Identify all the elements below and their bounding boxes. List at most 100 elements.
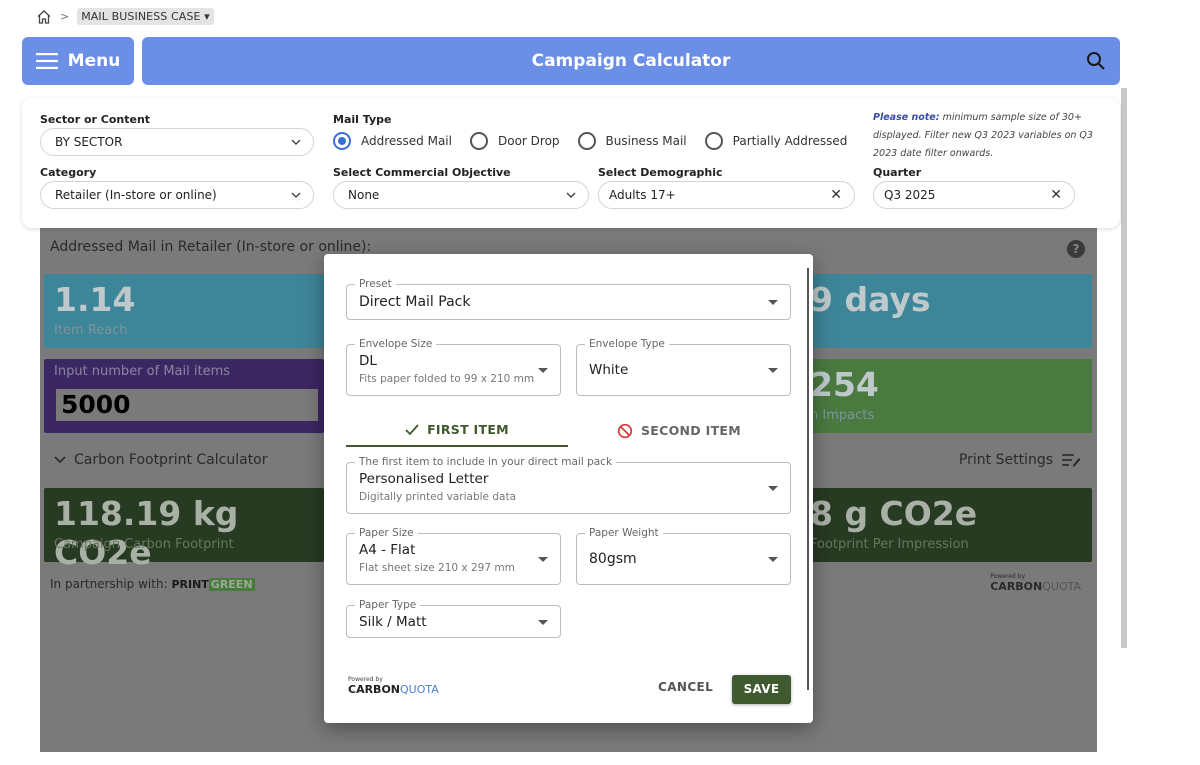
chevron-down-icon <box>291 139 301 145</box>
objective-value: None <box>348 188 380 202</box>
menu-icon <box>35 53 58 69</box>
carbonquota-logo: Powered by CARBONQUOTA <box>348 676 439 696</box>
chevron-down-icon <box>54 456 66 464</box>
demographic-value: Adults 17+ <box>609 188 676 202</box>
radio-business-mail[interactable]: Business Mail <box>577 132 687 150</box>
tab-first-item[interactable]: FIRST ITEM <box>346 414 568 447</box>
item-tabs: FIRST ITEM SECOND ITEM <box>346 414 790 447</box>
chevron-down-icon <box>291 192 301 198</box>
envelope-size-value: DL <box>359 353 377 369</box>
dropdown-caret-icon <box>768 557 778 562</box>
paper-size-value: A4 - Flat <box>359 542 416 558</box>
partner-text: In partnership with: <box>50 577 168 591</box>
first-item-sub: Digitally printed variable data <box>359 491 517 503</box>
mail-items-tile: Input number of Mail items 5000 <box>44 359 324 433</box>
preset-select[interactable]: Preset Direct Mail Pack <box>346 278 791 320</box>
cancel-button[interactable]: CANCEL <box>658 680 713 694</box>
dropdown-caret-icon <box>538 620 548 625</box>
quarter-value: Q3 2025 <box>884 188 936 202</box>
breadcrumb-current[interactable]: MAIL BUSINESS CASE ▾ <box>77 8 214 25</box>
quarter-select[interactable]: Q3 2025 ✕ <box>873 181 1075 209</box>
mail-items-label: Input number of Mail items <box>54 364 231 379</box>
dropdown-caret-icon <box>768 368 778 373</box>
printgreen-logo: PRINT GREEN <box>171 578 255 591</box>
sector-select[interactable]: BY SECTOR <box>40 128 314 156</box>
paper-type-select[interactable]: Paper Type Silk / Matt <box>346 599 561 638</box>
radio-addressed-mail[interactable]: Addressed Mail <box>333 132 452 150</box>
mail-type-radio-group: Addressed Mail Door Drop Business Mail P… <box>333 132 865 150</box>
carbon-per-value: 8 g CO2e <box>810 494 978 533</box>
mail-items-input[interactable]: 5000 <box>56 389 318 421</box>
radio-door-drop[interactable]: Door Drop <box>469 132 560 150</box>
envelope-size-label: Envelope Size <box>355 338 437 350</box>
sector-value: BY SECTOR <box>55 135 123 149</box>
sample-size-note: Please note: minimum sample size of 30+ … <box>873 112 1093 159</box>
radio-label: Addressed Mail <box>361 134 452 148</box>
home-icon[interactable] <box>36 9 52 25</box>
carbon-label: Campaign Carbon Footprint <box>54 537 234 552</box>
carbon-value: 118.19 kg CO2e <box>54 494 239 572</box>
title-bar: Campaign Calculator <box>142 37 1120 85</box>
print-settings-label: Print Settings <box>958 452 1053 468</box>
print-settings-dialog: Preset Direct Mail Pack Envelope Size DL… <box>324 254 813 723</box>
radio-partially-addressed[interactable]: Partially Addressed <box>704 132 848 150</box>
demographic-select[interactable]: Adults 17+ ✕ <box>598 181 855 209</box>
tab-second-item[interactable]: SECOND ITEM <box>568 414 790 447</box>
filter-panel: Sector or Content BY SECTOR Mail Type Ad… <box>22 98 1120 228</box>
sector-label: Sector or Content <box>40 113 151 126</box>
days-value: 9 days <box>810 280 931 319</box>
menu-button[interactable]: Menu <box>22 37 134 85</box>
check-icon <box>405 423 419 435</box>
paper-weight-select[interactable]: Paper Weight 80gsm <box>576 527 791 585</box>
mail-type-label: Mail Type <box>333 113 392 126</box>
carbon-tile: 118.19 kg CO2e Campaign Carbon Footprint <box>44 488 324 572</box>
paper-weight-label: Paper Weight <box>585 527 663 539</box>
paper-size-select[interactable]: Paper Size A4 - Flat Flat sheet size 210… <box>346 527 561 585</box>
paper-size-sub: Flat sheet size 210 x 297 mm <box>359 562 515 574</box>
quarter-label: Quarter <box>873 166 922 179</box>
clear-icon[interactable]: ✕ <box>830 187 842 203</box>
objective-select[interactable]: None <box>333 181 589 209</box>
chevron-down-icon <box>566 192 576 198</box>
results-heading: Addressed Mail in Retailer (In-store or … <box>50 239 372 255</box>
print-settings-button[interactable]: Print Settings <box>959 452 1081 468</box>
save-button[interactable]: SAVE <box>732 675 791 704</box>
tab-first-label: FIRST ITEM <box>427 422 509 437</box>
breadcrumb-separator: > <box>60 10 70 23</box>
block-icon <box>617 423 633 438</box>
carbon-per-label: Footprint Per Impression <box>810 537 969 552</box>
dialog-scrollbar[interactable] <box>807 268 809 690</box>
page-scrollbar[interactable] <box>1121 88 1127 648</box>
envelope-size-select[interactable]: Envelope Size DL Fits paper folded to 99… <box>346 338 561 396</box>
category-select[interactable]: Retailer (In-store or online) <box>40 181 314 209</box>
search-icon[interactable] <box>1086 51 1106 71</box>
radio-label: Door Drop <box>497 134 560 148</box>
first-item-select[interactable]: The first item to include in your direct… <box>346 456 791 514</box>
dropdown-caret-icon <box>768 486 778 491</box>
paper-type-label: Paper Type <box>355 599 421 611</box>
help-icon[interactable]: ? <box>1067 240 1085 258</box>
carbon-calculator-toggle[interactable]: Carbon Footprint Calculator <box>54 452 268 468</box>
paper-weight-value: 80gsm <box>589 551 637 567</box>
page-title: Campaign Calculator <box>531 51 731 71</box>
days-tile: 9 days <box>810 274 1092 348</box>
envelope-type-select[interactable]: Envelope Type White <box>576 338 791 396</box>
preset-value: Direct Mail Pack <box>359 294 471 310</box>
objective-label: Select Commercial Objective <box>333 166 511 179</box>
reach-label: Item Reach <box>54 323 128 338</box>
first-item-label: The first item to include in your direct… <box>355 456 617 468</box>
impacts-label: n Impacts <box>810 408 875 423</box>
dropdown-caret-icon <box>538 368 548 373</box>
radio-label: Partially Addressed <box>732 134 848 148</box>
radio-label: Business Mail <box>605 134 687 148</box>
paper-size-label: Paper Size <box>355 527 418 539</box>
dropdown-caret-icon <box>768 300 778 305</box>
partnership-note: In partnership with: PRINT GREEN <box>50 577 255 591</box>
carbon-toggle-label: Carbon Footprint Calculator <box>74 452 268 468</box>
clear-icon[interactable]: ✕ <box>1050 187 1062 203</box>
paper-type-value: Silk / Matt <box>359 614 427 630</box>
envelope-size-sub: Fits paper folded to 99 x 210 mm <box>359 373 535 385</box>
breadcrumb: > MAIL BUSINESS CASE ▾ <box>36 8 214 25</box>
carbonquota-logo: Powered by CARBONQUOTA <box>990 573 1081 593</box>
impacts-value: 254 <box>810 365 879 404</box>
